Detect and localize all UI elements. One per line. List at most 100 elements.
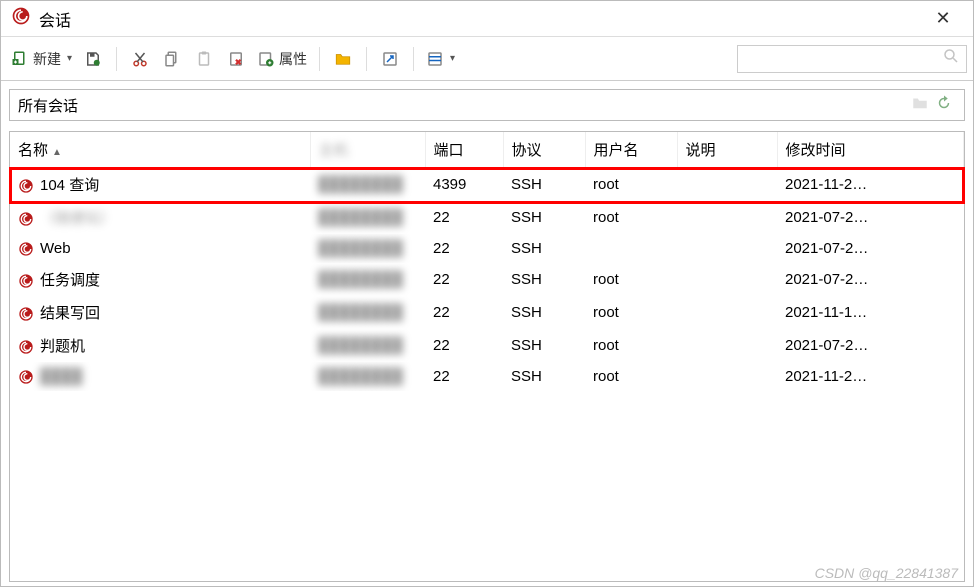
cell-port: 22 [425,234,503,263]
cell-host: ████████ [318,209,403,226]
cell-name: Web [40,240,71,257]
table-row[interactable]: （随便玩）████████22SSHroot2021-07-2… [10,201,964,234]
cell-port: 22 [425,296,503,329]
cell-user: root [585,362,677,391]
cell-desc [677,296,777,329]
delete-button[interactable] [221,44,251,74]
cell-mtime: 2021-11-2… [777,362,964,391]
cell-desc [677,234,777,263]
cell-user: root [585,168,677,202]
cell-name: 判题机 [40,338,85,355]
col-desc[interactable]: 说明 [677,132,777,168]
refresh-icon[interactable] [932,94,956,116]
session-icon [18,211,34,227]
table-row[interactable]: ████████████22SSHroot2021-11-2… [10,362,964,391]
cell-host: ████████ [318,368,403,385]
paste-button[interactable] [189,44,219,74]
properties-button[interactable]: 属性 [253,44,311,74]
session-icon [18,178,34,194]
shortcut-button[interactable] [375,44,405,74]
cell-user: root [585,201,677,234]
cell-user: root [585,263,677,296]
search-input[interactable] [744,50,942,67]
cell-mtime: 2021-11-2… [777,168,964,202]
cell-port: 4399 [425,168,503,202]
view-icon [426,50,444,68]
toolbar: 新建 ▾ 属性 ▾ [1,37,973,81]
cell-host: ████████ [318,240,403,257]
cell-host: ████████ [318,337,403,354]
path-text: 所有会话 [18,95,78,116]
cell-mtime: 2021-07-2… [777,263,964,296]
session-icon [18,273,34,289]
save-icon [84,50,102,68]
cell-proto: SSH [503,168,585,202]
cut-button[interactable] [125,44,155,74]
properties-label: 属性 [279,49,307,69]
col-port[interactable]: 端口 [425,132,503,168]
chevron-down-icon: ▾ [67,53,72,64]
cell-proto: SSH [503,329,585,362]
cell-name: 104 查询 [40,177,99,194]
session-icon [18,306,34,322]
cell-port: 22 [425,263,503,296]
session-icon [18,241,34,257]
sessions-grid: 名称▲ 主机 端口 协议 用户名 说明 修改时间 104 查询 ████████ 4… [9,131,965,582]
chevron-down-icon: ▾ [450,53,455,64]
window-title: 会话 [39,7,923,31]
table-row[interactable]: Web████████22SSH2021-07-2… [10,234,964,263]
table-row[interactable]: 任务调度 ████████ 22SSHroot 2021-07-2… [10,263,964,296]
new-doc-icon [11,50,29,68]
copy-button[interactable] [157,44,187,74]
cell-mtime: 2021-11-1… [777,296,964,329]
cell-desc [677,168,777,202]
cell-name: 结果写回 [40,305,100,322]
view-mode-button[interactable]: ▾ [422,44,459,74]
separator [319,47,320,71]
cell-port: 22 [425,362,503,391]
properties-icon [257,50,275,68]
folder-icon [334,50,352,68]
separator [413,47,414,71]
search-icon [942,47,960,70]
col-proto[interactable]: 协议 [503,132,585,168]
cell-host: ████████ [318,304,403,321]
cell-mtime: 2021-07-2… [777,329,964,362]
sessions-window: 会话 ✕ 新建 ▾ 属性 [0,0,974,587]
cell-name: （随便玩） [40,210,115,227]
path-bar[interactable]: 所有会话 [9,89,965,121]
cell-host: ████████ [318,271,403,288]
cell-desc [677,329,777,362]
cell-port: 22 [425,329,503,362]
table-row[interactable]: 判题机████████22SSHroot2021-07-2… [10,329,964,362]
cell-name: 任务调度 [40,272,100,289]
cell-mtime: 2021-07-2… [777,234,964,263]
sort-asc-icon: ▲ [52,147,62,158]
delete-icon [227,50,245,68]
col-host[interactable]: 主机 [310,132,425,168]
app-icon [11,6,31,31]
content-area: 所有会话 名称▲ 主机 端口 协议 用户 [1,81,973,586]
shortcut-icon [381,50,399,68]
cell-desc [677,362,777,391]
new-folder-button[interactable] [328,44,358,74]
cell-proto: SSH [503,201,585,234]
paste-icon [195,50,213,68]
cell-mtime: 2021-07-2… [777,201,964,234]
close-button[interactable]: ✕ [923,8,963,29]
session-icon [18,369,34,385]
table-row[interactable]: 104 查询 ████████ 4399SSHroot 2021-11-2… [10,168,964,202]
col-name[interactable]: 名称▲ [10,132,310,168]
save-button[interactable] [78,44,108,74]
cut-icon [131,50,149,68]
col-user[interactable]: 用户名 [585,132,677,168]
table-row[interactable]: 结果写回████████22SSHroot2021-11-1… [10,296,964,329]
session-icon [18,339,34,355]
new-session-button[interactable]: 新建 ▾ [7,44,76,74]
cell-host: ████████ [318,176,403,193]
col-mtime[interactable]: 修改时间 [777,132,964,168]
folder-tree-icon[interactable] [908,94,932,116]
cell-desc [677,263,777,296]
cell-proto: SSH [503,263,585,296]
search-box[interactable] [737,45,967,73]
